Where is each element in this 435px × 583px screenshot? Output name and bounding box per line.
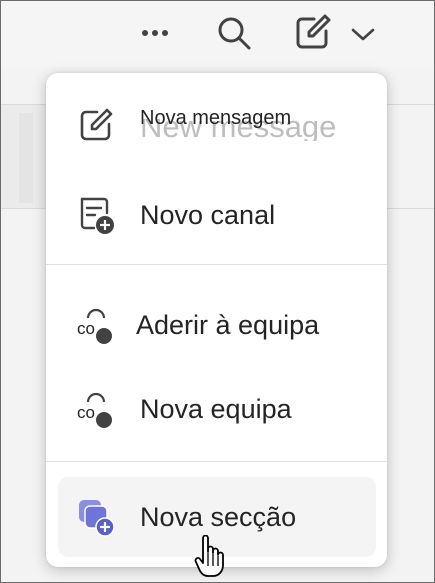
- hand-pointer-icon: [194, 535, 224, 577]
- menu-item-label: Nova secção: [140, 501, 297, 532]
- menu-item-new-channel[interactable]: Novo canal: [58, 175, 376, 255]
- channel-add-icon: [80, 197, 114, 234]
- menu-item-label: Nova mensagem: [140, 107, 292, 129]
- compose-icon: [80, 108, 113, 141]
- menu-item-label: Aderir à equipa: [136, 309, 320, 340]
- compose-dropdown-button[interactable]: [345, 19, 381, 49]
- menu-item-new-message[interactable]: New message Nova mensagem: [58, 85, 376, 165]
- chevron-down-icon: [351, 28, 375, 41]
- section-add-icon: [79, 500, 115, 537]
- svg-text:co: co: [77, 403, 95, 422]
- menu-item-join-team[interactable]: co Aderir à equipa: [58, 285, 376, 365]
- menu-divider: [46, 461, 387, 462]
- team-join-icon: co: [77, 308, 112, 344]
- new-message-button[interactable]: [289, 9, 337, 55]
- search-button[interactable]: [211, 11, 257, 55]
- svg-text:co: co: [77, 319, 95, 338]
- background-panel-accent: [19, 113, 33, 203]
- more-horizontal-icon: [142, 30, 168, 36]
- menu-item-label: Novo canal: [140, 199, 276, 230]
- menu-item-label: Nova equipa: [140, 393, 292, 424]
- search-icon: [218, 17, 251, 50]
- compose-icon: [296, 14, 331, 49]
- team-add-icon: co: [77, 392, 112, 428]
- new-item-menu: New message Nova mensagem Novo canal co: [46, 73, 387, 567]
- app-window: New message Nova mensagem Novo canal co: [0, 0, 435, 583]
- more-options-button[interactable]: [133, 15, 177, 51]
- menu-divider: [46, 264, 387, 265]
- menu-item-new-team[interactable]: co Nova equipa: [58, 369, 376, 449]
